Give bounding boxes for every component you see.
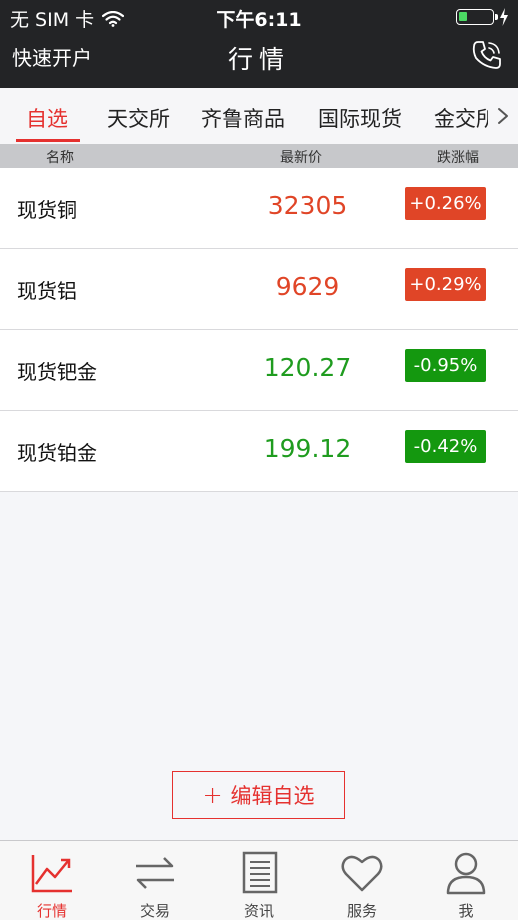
column-change: 跌涨幅	[437, 150, 479, 166]
battery-level	[459, 12, 467, 21]
phone-icon[interactable]	[470, 38, 504, 72]
tabbar-item-market[interactable]: 行情	[0, 841, 104, 920]
document-icon	[242, 851, 278, 894]
heart-icon	[341, 855, 383, 892]
change-badge: -0.42%	[405, 430, 486, 463]
instrument-name: 现货铜	[17, 198, 77, 222]
quote-row[interactable]: 现货铜 32305 +0.26%	[0, 168, 518, 249]
tabbar-item-me[interactable]: 我	[414, 841, 518, 920]
tabbar-item-trade[interactable]: 交易	[103, 841, 207, 920]
instrument-name: 现货铝	[17, 279, 77, 303]
tabs-more-button[interactable]	[488, 88, 518, 144]
battery-icon	[456, 9, 498, 25]
battery-nub	[495, 14, 498, 20]
instrument-name: 现货钯金	[17, 360, 97, 384]
tabbar-label: 资讯	[243, 902, 274, 920]
tab-international-spot[interactable]: 国际现货	[318, 103, 402, 133]
latest-price: 199.12	[263, 434, 352, 463]
quote-row[interactable]: 现货钯金 120.27 -0.95%	[0, 330, 518, 411]
charging-bolt-icon	[500, 8, 508, 26]
quote-list: 现货铜 32305 +0.26% 现货铝 9629 +0.29% 现货钯金 12…	[0, 168, 518, 492]
tabbar-item-services[interactable]: 服务	[310, 841, 414, 920]
active-tab-indicator	[16, 139, 80, 142]
quote-row[interactable]: 现货铂金 199.12 -0.42%	[0, 411, 518, 492]
column-price: 最新价	[280, 150, 322, 166]
tabbar-item-news[interactable]: 资讯	[207, 841, 311, 920]
latest-price: 120.27	[263, 353, 352, 382]
status-bar: 无 SIM 卡 下午6:11	[0, 0, 518, 34]
status-time: 下午6:11	[216, 9, 302, 31]
instrument-name: 现货铂金	[17, 441, 97, 465]
tabbar-label: 行情	[36, 902, 67, 920]
tab-tianjiaosuo[interactable]: 天交所	[107, 103, 170, 133]
tabbar-label: 交易	[139, 902, 170, 920]
latest-price: 32305	[267, 191, 348, 220]
change-badge: -0.95%	[405, 349, 486, 382]
header: 无 SIM 卡 下午6:11 快速开户 行情	[0, 0, 518, 88]
tab-qilu-commodities[interactable]: 齐鲁商品	[201, 103, 285, 133]
edit-favorites-button[interactable]: + 编辑自选	[172, 771, 345, 819]
category-tabs: 自选 天交所 齐鲁商品 国际现货 金交所	[0, 88, 518, 144]
page-title: 行情	[227, 45, 290, 74]
plus-icon: +	[202, 781, 223, 809]
swap-arrows-icon	[136, 857, 174, 889]
tab-favorites[interactable]: 自选	[26, 103, 68, 133]
latest-price: 9629	[275, 272, 340, 301]
tabbar-label: 我	[458, 902, 474, 920]
quote-row[interactable]: 现货铝 9629 +0.29%	[0, 249, 518, 330]
bottom-tab-bar: 行情 交易 资讯 服务 我	[0, 840, 518, 920]
change-badge: +0.29%	[405, 268, 486, 301]
chart-line-icon	[31, 855, 72, 893]
column-header: 名称 最新价 跌涨幅	[0, 144, 518, 168]
column-name: 名称	[46, 150, 74, 166]
chevron-right-icon	[498, 108, 508, 124]
change-badge: +0.26%	[405, 187, 486, 220]
person-icon	[446, 852, 486, 895]
tabbar-label: 服务	[346, 902, 377, 920]
edit-favorites-label: 编辑自选	[230, 784, 315, 808]
